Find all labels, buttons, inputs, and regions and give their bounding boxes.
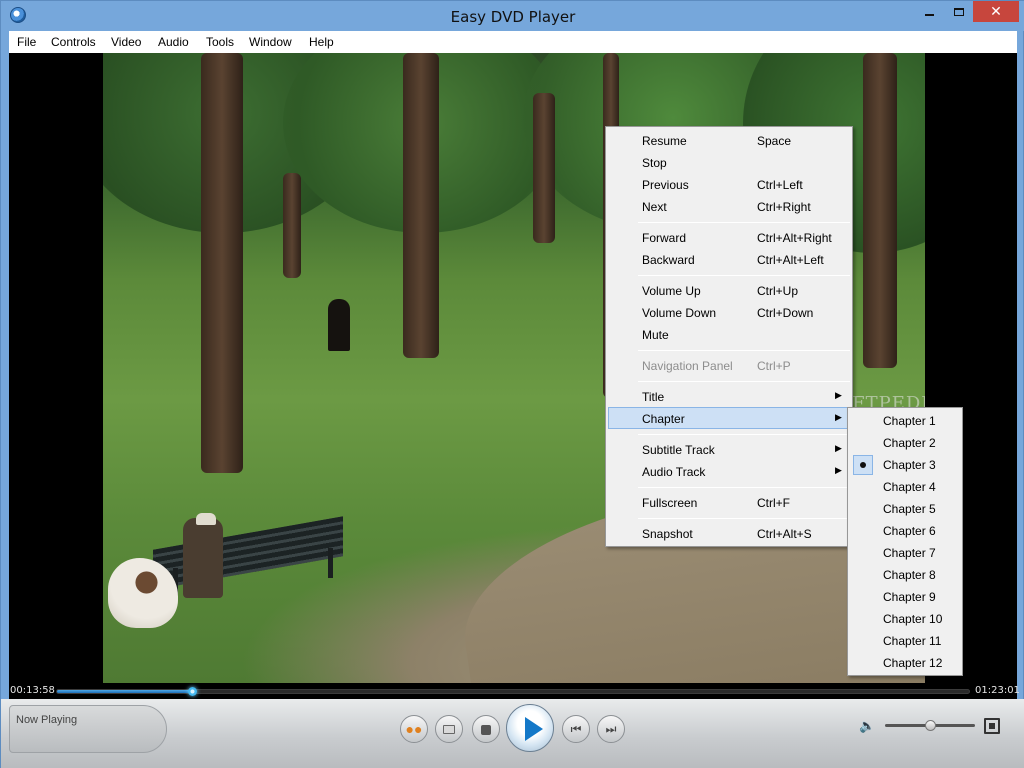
chapter-item[interactable]: Chapter 7	[851, 542, 959, 564]
minimize-button[interactable]	[915, 1, 943, 22]
minimize-icon	[924, 13, 934, 16]
previous-icon: ⏮	[570, 722, 582, 736]
window-title: Easy DVD Player	[450, 8, 576, 26]
seek-handle[interactable]	[188, 687, 198, 696]
menu-video[interactable]: Video	[108, 31, 144, 53]
play-icon	[525, 717, 543, 741]
menu-file[interactable]: File	[14, 31, 39, 53]
menu-item-audio-track[interactable]: Audio Track ▶	[609, 461, 849, 483]
menu-item-resume[interactable]: Resume Space	[609, 130, 849, 152]
chapter-item[interactable]: Chapter 9	[851, 586, 959, 608]
radio-bullet-icon	[853, 455, 873, 475]
menu-item-previous[interactable]: Previous Ctrl+Left	[609, 174, 849, 196]
menu-item-mute[interactable]: Mute	[609, 324, 849, 346]
chapter-item[interactable]: Chapter 5	[851, 498, 959, 520]
menu-separator	[638, 222, 850, 223]
volume-icon[interactable]: 🔈	[859, 718, 875, 734]
menu-separator	[638, 275, 850, 276]
menu-item-forward[interactable]: Forward Ctrl+Alt+Right	[609, 227, 849, 249]
chapter-item[interactable]: Chapter 2	[851, 432, 959, 454]
maximize-button[interactable]	[945, 1, 973, 22]
open-button[interactable]	[435, 715, 463, 743]
menu-item-fullscreen[interactable]: Fullscreen Ctrl+F	[609, 492, 849, 514]
seek-progress	[57, 690, 193, 693]
chapter-item[interactable]: Chapter 1	[851, 410, 959, 432]
menu-separator	[638, 518, 850, 519]
current-time: 00:13:58	[10, 685, 55, 696]
now-playing-panel[interactable]: Now Playing	[9, 705, 167, 753]
total-time: 01:23:01	[975, 685, 1020, 696]
chapter-submenu: Chapter 1 Chapter 2 Chapter 3 Chapter 4 …	[847, 407, 963, 676]
menu-separator	[638, 434, 850, 435]
fullscreen-icon[interactable]	[984, 718, 1000, 734]
chapter-item[interactable]: Chapter 11	[851, 630, 959, 652]
menu-separator	[638, 350, 850, 351]
chapter-item[interactable]: Chapter 4	[851, 476, 959, 498]
menu-help[interactable]: Help	[306, 31, 337, 53]
play-button[interactable]	[506, 704, 554, 752]
previous-button[interactable]: ⏮	[562, 715, 590, 743]
menu-controls[interactable]: Controls	[48, 31, 99, 53]
menu-item-stop[interactable]: Stop	[609, 152, 849, 174]
menu-item-chapter[interactable]: Chapter ▶	[608, 407, 850, 429]
close-button[interactable]: ✕	[973, 1, 1019, 22]
context-menu: Resume Space Stop Previous Ctrl+Left Next C…	[605, 126, 853, 547]
chapter-item[interactable]: Chapter 12	[851, 652, 959, 674]
menu-window[interactable]: Window	[246, 31, 295, 53]
chapter-item-selected[interactable]: Chapter 3	[851, 454, 959, 476]
stop-icon	[481, 724, 491, 735]
submenu-arrow-icon: ▶	[835, 443, 842, 453]
volume-slider[interactable]	[885, 720, 975, 731]
menu-item-volume-down[interactable]: Volume Down Ctrl+Down	[609, 302, 849, 324]
maximize-icon	[954, 7, 964, 16]
now-playing-label: Now Playing	[16, 714, 78, 726]
submenu-arrow-icon: ▶	[835, 390, 842, 400]
chapter-item[interactable]: Chapter 10	[851, 608, 959, 630]
control-bar: Now Playing ●● ⏮ ⏭ 🔈	[1, 699, 1024, 768]
menu-item-backward[interactable]: Backward Ctrl+Alt+Left	[609, 249, 849, 271]
menu-item-subtitle-track[interactable]: Subtitle Track ▶	[609, 439, 849, 461]
close-icon: ✕	[990, 3, 1002, 19]
menu-bar: File Controls Video Audio Tools Window H…	[9, 31, 1017, 53]
menu-separator	[638, 487, 850, 488]
next-icon: ⏭	[605, 722, 617, 736]
stop-button[interactable]	[472, 715, 500, 743]
title-bar[interactable]: Easy DVD Player ✕	[1, 1, 1024, 31]
chapter-item[interactable]: Chapter 6	[851, 520, 959, 542]
open-folder-icon	[443, 725, 455, 735]
submenu-arrow-icon: ▶	[835, 412, 842, 422]
app-window: Easy DVD Player ✕ File Controls Video Au…	[0, 0, 1024, 768]
menu-item-title[interactable]: Title ▶	[609, 386, 849, 408]
submenu-arrow-icon: ▶	[835, 465, 842, 475]
menu-tools[interactable]: Tools	[203, 31, 237, 53]
menu-audio[interactable]: Audio	[155, 31, 192, 53]
volume-handle[interactable]	[925, 720, 936, 731]
seek-row: 00:13:58 01:23:01	[9, 683, 1020, 699]
next-button[interactable]: ⏭	[597, 715, 625, 743]
menu-separator	[638, 381, 850, 382]
menu-item-next[interactable]: Next Ctrl+Right	[609, 196, 849, 218]
menu-item-navigation-panel: Navigation Panel Ctrl+P	[642, 359, 791, 373]
seek-bar[interactable]	[56, 687, 970, 696]
navigation-panel-icon: ●●	[405, 721, 423, 737]
chapter-item[interactable]: Chapter 8	[851, 564, 959, 586]
navigation-panel-button[interactable]: ●●	[400, 715, 428, 743]
menu-item-snapshot[interactable]: Snapshot Ctrl+Alt+S	[609, 523, 849, 545]
menu-item-volume-up[interactable]: Volume Up Ctrl+Up	[609, 280, 849, 302]
